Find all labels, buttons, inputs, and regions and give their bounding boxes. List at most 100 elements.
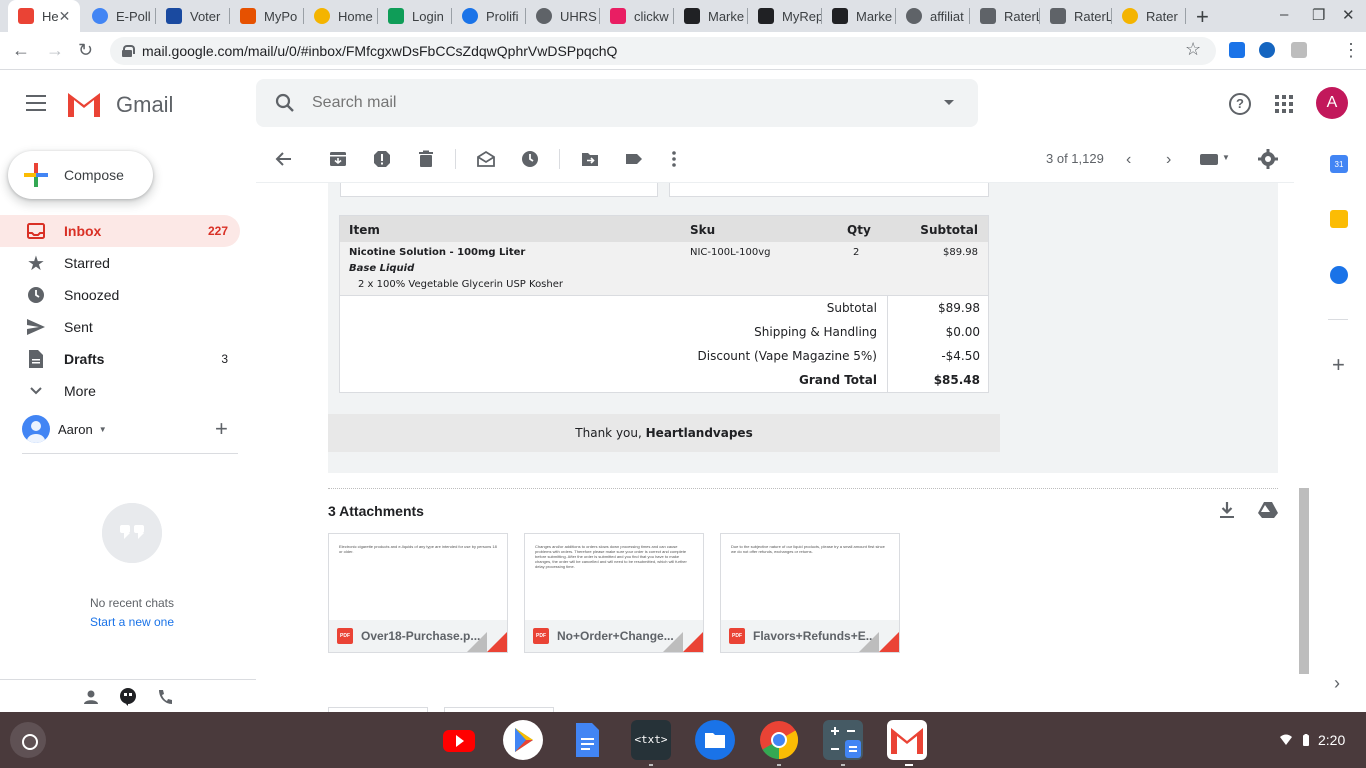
label-icon[interactable]: [625, 150, 643, 168]
browser-tab[interactable]: Login: [378, 0, 452, 32]
compose-button[interactable]: Compose: [8, 151, 153, 199]
user-menu-caret-icon[interactable]: ▼: [99, 425, 107, 434]
browser-tab[interactable]: MyRep: [748, 0, 822, 32]
play-store-icon[interactable]: [503, 720, 543, 760]
phone-icon[interactable]: [156, 688, 174, 706]
sidebar-item-snoozed[interactable]: Snoozed: [0, 279, 240, 311]
browser-tab[interactable]: RaterL: [970, 0, 1040, 32]
launcher-icon[interactable]: [10, 722, 46, 758]
archive-icon[interactable]: [329, 150, 347, 168]
input-tools-caret-icon[interactable]: ▼: [1222, 153, 1230, 162]
tasks-icon[interactable]: [1330, 266, 1348, 284]
input-tools-icon[interactable]: [1200, 154, 1218, 165]
mark-unread-icon[interactable]: [477, 150, 495, 168]
pdf-icon: PDF: [729, 628, 745, 644]
extension-icon[interactable]: [1229, 42, 1245, 58]
calculator-icon[interactable]: [823, 720, 863, 760]
system-clock[interactable]: 2:20: [1318, 732, 1345, 748]
sidebar-item-inbox[interactable]: Inbox 227: [0, 215, 240, 247]
tab-title: MyRep: [782, 8, 822, 24]
wifi-icon[interactable]: [1280, 734, 1292, 746]
delete-icon[interactable]: [417, 150, 435, 168]
close-tab-icon[interactable]: ✕: [59, 8, 71, 25]
more-options-icon[interactable]: [665, 150, 683, 168]
gmail-logo-icon[interactable]: [66, 89, 102, 117]
close-window-icon[interactable]: ✕: [1342, 6, 1355, 24]
older-chevron-icon[interactable]: ›: [1166, 151, 1171, 169]
newer-chevron-icon[interactable]: ‹: [1126, 151, 1131, 169]
attachment-card[interactable]: Due to the subjective nature of our liqu…: [720, 533, 900, 653]
new-tab-button[interactable]: +: [1196, 4, 1209, 30]
browser-tab[interactable]: Voter: [156, 0, 230, 32]
browser-tab[interactable]: Marke: [674, 0, 748, 32]
files-icon[interactable]: [695, 720, 735, 760]
chat-icon[interactable]: [119, 688, 137, 706]
browser-tab[interactable]: MyPo: [230, 0, 304, 32]
scrollbar-thumb[interactable]: [1299, 488, 1309, 674]
new-chat-plus-icon[interactable]: +: [215, 418, 228, 440]
sidebar-item-starred[interactable]: ★ Starred: [0, 247, 240, 279]
report-spam-icon[interactable]: [373, 150, 391, 168]
browser-tab[interactable]: affiliat: [896, 0, 970, 32]
extension-icon[interactable]: [1291, 42, 1307, 58]
browser-menu-icon[interactable]: ⋮: [1342, 40, 1360, 61]
settings-gear-icon[interactable]: [1258, 149, 1278, 169]
youtube-icon[interactable]: [439, 720, 479, 760]
browser-tab[interactable]: Prolifi: [452, 0, 526, 32]
sidebar-item-more[interactable]: More: [0, 375, 240, 407]
browser-tab[interactable]: RaterL: [1040, 0, 1112, 32]
back-icon[interactable]: ←: [12, 40, 30, 61]
browser-tab[interactable]: Home: [304, 0, 378, 32]
sidebar-item-drafts[interactable]: Drafts 3: [0, 343, 240, 375]
extension-icon[interactable]: [1259, 42, 1275, 58]
restore-icon[interactable]: ❐: [1312, 6, 1325, 24]
contacts-icon[interactable]: [82, 688, 100, 706]
account-avatar[interactable]: A: [1316, 87, 1348, 119]
search-icon[interactable]: [274, 92, 296, 114]
hangouts-user[interactable]: Aaron ▼: [22, 415, 107, 443]
search-input[interactable]: [312, 91, 872, 115]
google-apps-icon[interactable]: [1275, 95, 1293, 113]
calendar-icon[interactable]: 31: [1330, 155, 1348, 173]
google-docs-icon[interactable]: [567, 720, 607, 760]
add-addon-icon[interactable]: +: [1332, 352, 1345, 378]
total-value: $89.98: [938, 301, 980, 315]
keep-icon[interactable]: [1330, 210, 1348, 228]
gmail-app-icon[interactable]: [887, 720, 927, 760]
browser-tab[interactable]: E-Poll: [82, 0, 156, 32]
browser-tab[interactable]: clickw: [600, 0, 674, 32]
snooze-icon[interactable]: [521, 150, 539, 168]
help-icon[interactable]: ?: [1229, 93, 1251, 115]
browser-tab-gmail[interactable]: He ✕: [8, 0, 80, 32]
start-chat-link[interactable]: Start a new one: [0, 615, 264, 629]
browser-tab[interactable]: UHRS: [526, 0, 600, 32]
back-to-inbox-icon[interactable]: [274, 150, 292, 168]
drafts-count: 3: [221, 352, 228, 366]
browser-toolbar: ← → ↻ mail.google.com/mail/u/0/#inbox/FM…: [0, 32, 1366, 70]
save-to-drive-icon[interactable]: [1258, 501, 1278, 519]
expand-panel-chevron-icon[interactable]: ›: [1334, 673, 1340, 694]
attachment-card[interactable]: Electronic cigarette products and e-liqu…: [328, 533, 508, 653]
bookmark-star-icon[interactable]: ☆: [1185, 39, 1201, 60]
reload-icon[interactable]: ↻: [78, 40, 93, 61]
search-options-icon[interactable]: [944, 100, 954, 105]
text-editor-icon[interactable]: <txt>: [631, 720, 671, 760]
sidebar-item-sent[interactable]: Sent: [0, 311, 240, 343]
main-menu-icon[interactable]: [26, 95, 46, 111]
browser-tab[interactable]: Rater: [1112, 0, 1186, 32]
side-panel-divider: [1328, 319, 1348, 320]
sidebar-item-label: Sent: [64, 319, 93, 335]
search-bar[interactable]: [256, 79, 978, 127]
tab-title: RaterL: [1074, 8, 1112, 24]
minimize-icon[interactable]: –: [1280, 6, 1288, 23]
order-table: Item Sku Qty Subtotal Nicotine Solution …: [339, 215, 989, 393]
browser-tab[interactable]: Marke: [822, 0, 896, 32]
move-to-icon[interactable]: [581, 150, 599, 168]
download-all-icon[interactable]: [1218, 501, 1236, 519]
attachment-card[interactable]: Changes and/or additions to orders slows…: [524, 533, 704, 653]
forward-icon[interactable]: →: [46, 40, 64, 61]
battery-icon[interactable]: [1300, 734, 1312, 746]
chrome-icon[interactable]: [759, 720, 799, 760]
table-row: Nicotine Solution - 100mg Liter Base Liq…: [340, 242, 988, 296]
address-bar[interactable]: mail.google.com/mail/u/0/#inbox/FMfcgxwD…: [110, 37, 1216, 65]
